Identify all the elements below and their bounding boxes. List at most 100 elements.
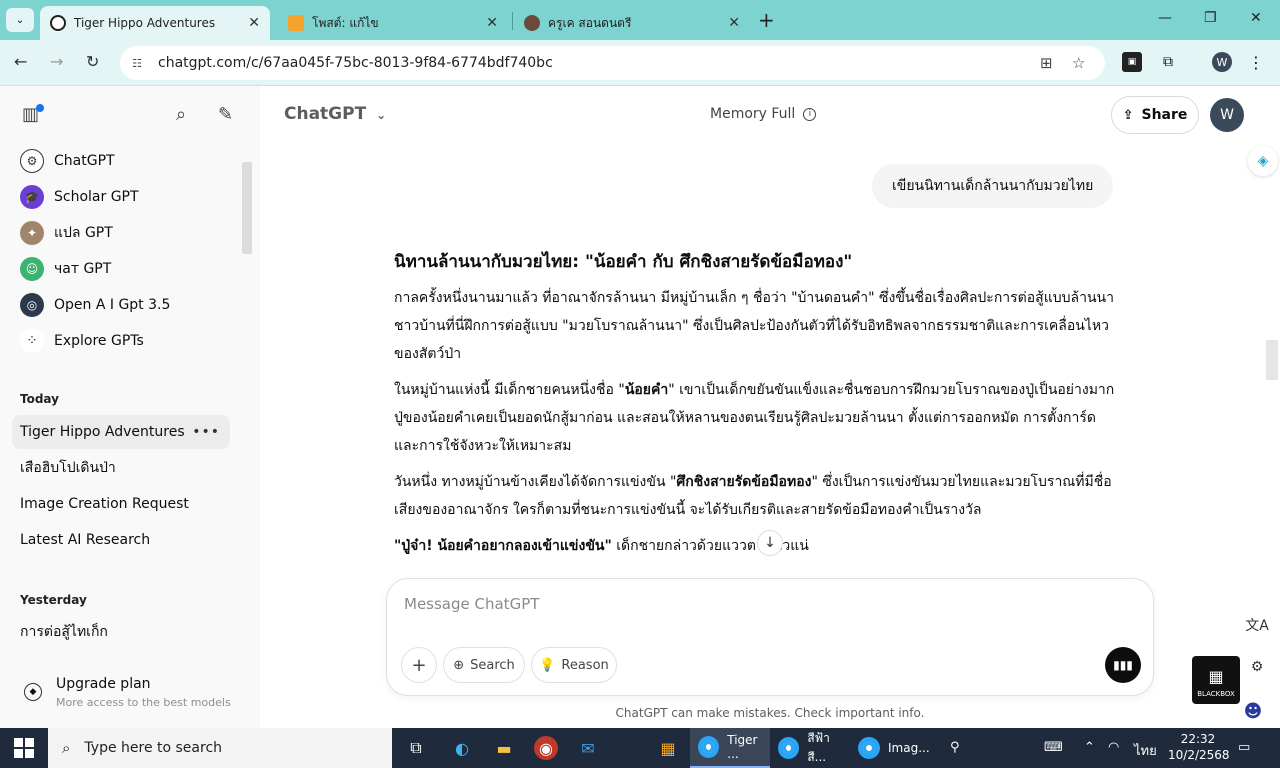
extension-float-icon[interactable]: ◈	[1248, 146, 1278, 176]
notification-center-icon[interactable]: ▭	[1238, 740, 1250, 755]
task-view-icon[interactable]: ⧉	[404, 736, 428, 760]
translate-icon[interactable]: ⊞	[1040, 54, 1053, 72]
gpt-item-openai-35[interactable]: ◎ Open A I Gpt 3.5	[12, 289, 242, 321]
close-tab-icon[interactable]: ✕	[486, 15, 498, 31]
upgrade-title: Upgrade plan	[56, 676, 151, 692]
scroll-down-arrow-icon[interactable]: ↓	[757, 530, 783, 556]
openai-logo-icon: ⚙	[20, 149, 44, 173]
gpt-item-chat[interactable]: ☺ чат GPT	[12, 253, 242, 285]
tab-tiger-hippo[interactable]: Tiger Hippo Adventures ✕	[40, 6, 270, 40]
close-tab-icon[interactable]: ✕	[728, 15, 740, 31]
chat-item[interactable]: เสือฮิบโปเดินป่า	[12, 451, 230, 485]
close-window-icon[interactable]: ✕	[1250, 10, 1262, 26]
chat-item[interactable]: Tiger Hippo Adventures •••	[12, 415, 230, 449]
wifi-icon[interactable]: ◠	[1108, 740, 1119, 755]
message-composer[interactable]: Message ChatGPT + ⊕ Search 💡 Reason ▮▮▮	[386, 578, 1154, 696]
chrome-icon	[698, 736, 720, 758]
user-message: เขียนนิทานเด็กล้านนากับมวยไทย	[872, 164, 1114, 208]
clock[interactable]: 22:32 10/2/2568	[1168, 731, 1230, 763]
memory-label: Memory Full	[710, 106, 796, 122]
upgrade-plan-button[interactable]: ◆ Upgrade plan More access to the best m…	[20, 674, 240, 714]
show-hidden-icons-chevron-icon[interactable]: ⌃	[1084, 740, 1095, 755]
minimize-icon[interactable]: —	[1158, 10, 1172, 26]
assistant-bot-icon[interactable]: ☻	[1238, 696, 1268, 726]
attach-plus-button[interactable]: +	[401, 647, 437, 683]
forward-arrow-icon[interactable]: →	[50, 52, 63, 71]
window-label: Imag...	[888, 741, 930, 755]
notification-dot	[36, 104, 44, 112]
blackbox-widget[interactable]: ▦ BLACKBOX	[1192, 656, 1240, 704]
share-icon: ⇪	[1122, 107, 1134, 123]
taskbar-chrome-window[interactable]: Tiger ...	[690, 728, 770, 768]
windows-start-icon[interactable]	[14, 738, 34, 758]
edge-icon[interactable]: ◐	[450, 736, 474, 760]
model-name: ChatGPT	[284, 104, 367, 124]
browser-menu-icon[interactable]: ⋮	[1246, 52, 1266, 72]
url-text[interactable]: chatgpt.com/c/67aa045f-75bc-8013-9f84-67…	[158, 55, 553, 71]
back-arrow-icon[interactable]: ←	[14, 52, 27, 71]
text-run: วันหนึ่ง ทางหมู่บ้านข้างเคียงได้จัดการแข…	[394, 474, 677, 490]
profile-avatar[interactable]: W	[1212, 52, 1232, 72]
tab-kru-k-music[interactable]: ครูเค สอนดนตรี ✕	[514, 6, 750, 40]
user-avatar[interactable]: W	[1210, 98, 1244, 132]
tab-blogger-post[interactable]: โพสต์: แก้ไข ✕	[278, 6, 508, 40]
chrome-icon	[778, 737, 800, 759]
more-options-icon[interactable]: •••	[192, 424, 220, 440]
section-yesterday: Yesterday	[20, 593, 87, 607]
avatar-favicon-icon	[524, 15, 540, 31]
taskbar-chrome-window[interactable]: สีฟ้า สี...	[770, 728, 850, 768]
reason-label: Reason	[561, 657, 609, 673]
mail-icon[interactable]: ✉	[576, 736, 600, 760]
gpt-item-chatgpt[interactable]: ⚙ ChatGPT	[12, 145, 242, 177]
bookmark-star-icon[interactable]: ☆	[1072, 54, 1085, 72]
people-icon[interactable]: ⚲	[950, 740, 960, 755]
reload-icon[interactable]: ↻	[86, 52, 99, 71]
chat-item[interactable]: Image Creation Request	[12, 487, 230, 521]
search-icon[interactable]: ⌕	[176, 104, 186, 125]
model-selector[interactable]: ChatGPT ⌄	[284, 104, 386, 124]
clock-date: 10/2/2568	[1168, 748, 1230, 762]
taskbar-chrome-window[interactable]: Imag...	[850, 728, 930, 768]
close-tab-icon[interactable]: ✕	[248, 15, 260, 31]
chatgpt-favicon-icon	[50, 15, 66, 31]
new-tab-button[interactable]: +	[758, 8, 775, 32]
voice-mode-icon[interactable]: ▮▮▮	[1105, 647, 1141, 683]
explore-gpts[interactable]: ⁘ Explore GPTs	[12, 325, 242, 357]
address-bar[interactable]: ☷ chatgpt.com/c/67aa045f-75bc-8013-9f84-…	[120, 46, 1105, 80]
new-chat-icon[interactable]: ✎	[218, 104, 233, 125]
gpt-item-translate[interactable]: ✦ แปล GPT	[12, 217, 242, 249]
message-input[interactable]: Message ChatGPT	[404, 595, 539, 613]
main-scrollbar[interactable]	[1266, 340, 1278, 380]
chat-item[interactable]: Latest AI Research	[12, 523, 230, 557]
grid-icon: ⁘	[20, 329, 44, 353]
tab-separator	[512, 12, 513, 30]
restore-icon[interactable]: ❐	[1204, 10, 1217, 26]
share-button[interactable]: ⇪ Share	[1111, 96, 1199, 134]
blackbox-extension-icon[interactable]: ▣	[1122, 52, 1142, 72]
extensions-puzzle-icon[interactable]: ⧉	[1158, 52, 1178, 72]
app-icon[interactable]: ◉	[534, 736, 558, 760]
section-today: Today	[20, 392, 59, 406]
browser-toolbar: ← → ↻ ☷ chatgpt.com/c/67aa045f-75bc-8013…	[0, 40, 1280, 86]
gpt-item-label: Scholar GPT	[54, 189, 139, 205]
taskbar-search-placeholder[interactable]: Type here to search	[84, 740, 222, 756]
info-icon[interactable]: i	[803, 107, 817, 121]
microsoft-store-icon[interactable]: ▦	[656, 736, 680, 760]
reason-button[interactable]: 💡 Reason	[531, 647, 617, 683]
blackbox-logo-icon: ▦	[1208, 667, 1224, 686]
taskbar-search[interactable]: ⌕ Type here to search	[48, 728, 392, 768]
file-explorer-icon[interactable]: ▬	[492, 736, 516, 760]
extension-side-icon[interactable]: ⚙	[1242, 652, 1272, 682]
chrome-icon	[858, 737, 880, 759]
keyboard-icon[interactable]: ⌨	[1044, 740, 1063, 755]
input-language[interactable]: ไทย	[1134, 740, 1157, 761]
gpt-item-scholar[interactable]: 🎓 Scholar GPT	[12, 181, 242, 213]
sidebar-scrollbar[interactable]	[242, 162, 252, 254]
memory-status[interactable]: Memory Full i	[710, 106, 817, 122]
search-button[interactable]: ⊕ Search	[443, 647, 525, 683]
tab-search-button[interactable]: ⌄	[6, 8, 34, 32]
translate-side-icon[interactable]: 文A	[1242, 610, 1272, 640]
site-settings-icon[interactable]: ☷	[126, 52, 148, 74]
story-title: นิทานล้านนากับมวยไทย: "น้อยคำ กับ ศึกชิง…	[394, 252, 853, 272]
chat-item[interactable]: การต่อสู้ไทเก็ก	[12, 615, 230, 649]
